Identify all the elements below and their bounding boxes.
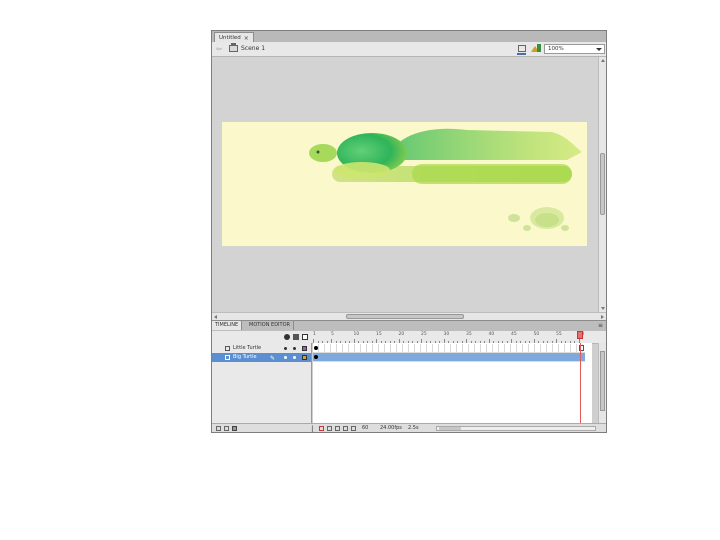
loop-icon[interactable] — [351, 426, 356, 431]
frame-row-big-turtle[interactable] — [313, 353, 585, 362]
current-frame: 60 — [362, 425, 369, 431]
scroll-down-icon[interactable] — [601, 307, 605, 310]
frame-row-little-turtle[interactable] — [313, 344, 585, 353]
scroll-thumb[interactable] — [600, 351, 605, 411]
zoom-value: 100% — [548, 46, 564, 52]
elapsed-time: 2.5s — [408, 425, 419, 431]
scroll-right-icon[interactable] — [601, 315, 604, 319]
stage[interactable] — [222, 122, 587, 246]
ruler-label: 30 — [443, 332, 450, 337]
scene-icon — [229, 43, 238, 52]
workspace-vertical-scrollbar[interactable] — [598, 57, 606, 312]
ruler-label: 50 — [533, 332, 540, 337]
timeline-footer: ▏ 60 24.00fps 2.5s — [212, 423, 606, 432]
center-frame-icon[interactable]: ▏ — [312, 426, 317, 432]
layer-icon — [225, 346, 230, 351]
scroll-thumb[interactable] — [346, 314, 464, 319]
tab-motion-editor[interactable]: MOTION EDITOR — [246, 321, 294, 330]
layer-outline-swatch[interactable] — [302, 346, 307, 351]
edit-bar: ⇦ Scene 1 100% — [212, 42, 606, 57]
visibility-dot[interactable] — [284, 356, 287, 359]
timeline-vertical-scrollbar[interactable] — [598, 343, 606, 423]
little-turtle[interactable] — [508, 207, 569, 231]
playhead-line — [580, 343, 581, 423]
chevron-down-icon — [596, 48, 602, 51]
big-turtle[interactable] — [309, 128, 582, 184]
layer-list: Little Turtle Big Turtle ✎ — [212, 343, 312, 423]
new-layer-icon[interactable] — [216, 426, 221, 431]
visibility-dot[interactable] — [284, 347, 287, 350]
flash-window: Untitled × ⇦ Scene 1 100% TIMELINE MOTIO… — [211, 30, 607, 433]
lock-icon[interactable] — [293, 334, 299, 340]
frame-rate[interactable]: 24.00fps — [380, 425, 402, 431]
workspace[interactable] — [212, 57, 598, 312]
scroll-thumb[interactable] — [439, 427, 461, 430]
onion-skin-icon[interactable] — [319, 426, 324, 431]
stage-artwork — [309, 128, 582, 231]
lock-dot[interactable] — [293, 356, 296, 359]
ruler-label: 35 — [466, 332, 472, 337]
panel-menu-icon[interactable]: ≡ — [598, 322, 603, 329]
document-tab-label: Untitled — [219, 35, 241, 41]
ruler-label: 10 — [353, 332, 360, 337]
ruler-label: 55 — [556, 332, 562, 337]
workspace-horizontal-scrollbar[interactable] — [212, 312, 606, 320]
layer-name: Little Turtle — [233, 345, 262, 351]
scroll-left-icon[interactable] — [214, 315, 217, 319]
close-icon[interactable]: × — [244, 35, 249, 42]
layer-row-little-turtle[interactable]: Little Turtle — [212, 344, 311, 353]
zoom-select[interactable]: 100% — [544, 44, 605, 54]
ruler-label: 40 — [488, 332, 495, 337]
layer-name: Big Turtle — [233, 354, 257, 360]
ruler-label: 45 — [511, 332, 517, 337]
frame-grid[interactable] — [313, 343, 592, 423]
modify-markers-icon[interactable] — [343, 426, 348, 431]
timeline-horizontal-scrollbar[interactable] — [436, 426, 596, 431]
scroll-thumb[interactable] — [600, 153, 605, 215]
layer-outline-swatch[interactable] — [302, 355, 307, 360]
pencil-icon: ✎ — [270, 355, 276, 362]
playhead-handle[interactable] — [577, 331, 583, 339]
ruler-label: 5 — [331, 332, 334, 337]
eye-icon[interactable] — [284, 334, 290, 340]
edit-scene-icon[interactable] — [517, 45, 526, 55]
lock-dot[interactable] — [293, 347, 296, 350]
edit-multiple-frames-icon[interactable] — [335, 426, 340, 431]
scroll-up-icon[interactable] — [601, 59, 605, 62]
ruler-label: 25 — [421, 332, 427, 337]
keyframe[interactable] — [314, 346, 318, 350]
scene-label[interactable]: Scene 1 — [241, 45, 265, 52]
tab-timeline[interactable]: TIMELINE — [212, 321, 243, 330]
keyframe[interactable] — [314, 355, 318, 359]
layer-icon — [225, 355, 230, 360]
delete-layer-icon[interactable] — [232, 426, 237, 431]
ruler-label: 15 — [376, 332, 382, 337]
layer-row-big-turtle[interactable]: Big Turtle ✎ — [212, 353, 311, 362]
frame-ruler[interactable]: 151015202530354045505560 — [313, 331, 585, 343]
ruler-label: 1 — [313, 332, 316, 337]
outline-icon[interactable] — [302, 334, 308, 340]
onion-outline-icon[interactable] — [327, 426, 332, 431]
ruler-label: 20 — [398, 332, 405, 337]
back-arrow-icon[interactable]: ⇦ — [216, 45, 222, 53]
edit-symbols-icon[interactable] — [531, 44, 541, 53]
new-folder-icon[interactable] — [224, 426, 229, 431]
